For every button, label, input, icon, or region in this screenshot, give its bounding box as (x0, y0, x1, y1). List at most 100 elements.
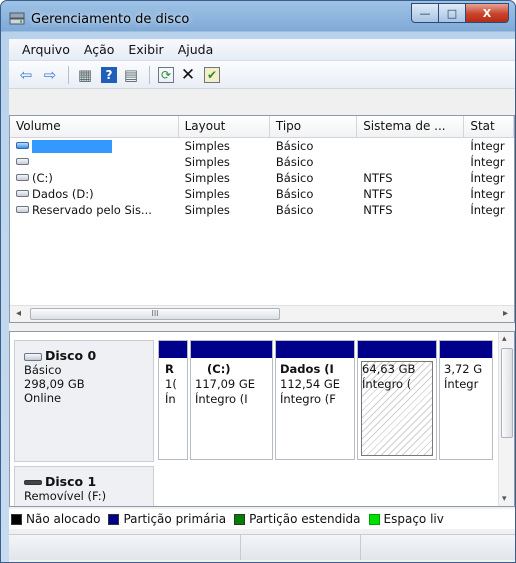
disk-1-row: Disco 1 Removível (F:) (10, 466, 498, 506)
toolbar: ⇦ ⇨ ▦ ? ▤ ⟳ ✕ ✔ (9, 61, 515, 89)
partition-type-bar (276, 341, 354, 358)
scroll-thumb[interactable] (501, 348, 513, 438)
cell-layout: Simples (184, 155, 230, 169)
legend: Não alocado Partição primária Partição e… (9, 509, 515, 529)
cell-tipo: Básico (275, 187, 314, 201)
disk-type: Básico (24, 363, 62, 377)
menu-ajuda[interactable]: Ajuda (171, 42, 221, 57)
legend-swatch (234, 513, 246, 525)
column-header-layout[interactable]: Layout (179, 116, 270, 137)
delete-icon[interactable]: ✕ (177, 64, 199, 86)
title-bar[interactable]: Gerenciamento de disco — □ X (1, 1, 515, 39)
partition-type-bar (440, 341, 492, 358)
scroll-right-icon[interactable]: ▸ (503, 308, 508, 319)
volume-icon (16, 158, 29, 165)
partition-reserved[interactable]: R 1(Ín (158, 340, 188, 460)
legend-primary: Partição primária (108, 512, 226, 526)
removable-disk-icon (24, 480, 42, 485)
table-row[interactable]: Simples Básico Íntegr (10, 138, 514, 154)
partition-small[interactable]: 3,72 G Íntegr (439, 340, 493, 460)
back-arrow-icon[interactable]: ⇦ (15, 64, 37, 86)
cell-tipo: Básico (275, 155, 314, 169)
table-row[interactable]: Simples Básico Íntegr (10, 154, 514, 170)
disk-0-label[interactable]: Disco 0 Básico 298,09 GB Online (14, 340, 154, 462)
cell-status: Íntegr (470, 171, 505, 185)
cell-layout: Simples (184, 187, 230, 201)
close-button[interactable]: X (465, 3, 509, 23)
volume-name: Dados (D:) (32, 187, 94, 201)
menu-exibir[interactable]: Exibir (121, 42, 170, 57)
vertical-scrollbar[interactable]: ▴ ▾ (498, 332, 514, 506)
forward-arrow-icon[interactable]: ⇨ (39, 64, 61, 86)
legend-free: Espaço liv (368, 512, 444, 526)
cell-status: Íntegr (470, 187, 505, 201)
volume-list-header: Volume Layout Tipo Sistema de ... Stat (10, 116, 514, 138)
status-pane (241, 535, 361, 560)
legend-label: Espaço liv (383, 512, 444, 526)
scroll-down-icon[interactable]: ▾ (502, 494, 507, 504)
legend-label: Partição estendida (249, 512, 361, 526)
disk-size: 298,09 GB (24, 377, 85, 391)
column-header-status[interactable]: Stat (464, 116, 514, 137)
volume-name: (C:) (32, 171, 53, 185)
settings-icon[interactable]: ✔ (204, 66, 220, 83)
disk-management-app-icon (9, 12, 25, 25)
volume-list[interactable]: Volume Layout Tipo Sistema de ... Stat S… (9, 115, 515, 323)
menu-arquivo[interactable]: Arquivo (15, 42, 77, 57)
disk-1-label[interactable]: Disco 1 Removível (F:) (14, 466, 154, 506)
scroll-up-icon[interactable]: ▴ (502, 334, 507, 344)
minimize-button[interactable]: — (411, 3, 439, 23)
window-controls: — □ X (411, 3, 509, 23)
column-header-sistema[interactable]: Sistema de ... (357, 116, 465, 137)
column-header-volume[interactable]: Volume (10, 116, 179, 137)
partition-name: (C:) (207, 362, 231, 376)
refresh-icon[interactable]: ⟳ (158, 66, 174, 83)
cell-layout: Simples (184, 203, 230, 217)
volume-icon (16, 174, 29, 181)
client-area: Arquivo Ação Exibir Ajuda ⇦ ⇨ ▦ ? ▤ ⟳ ✕ … (9, 39, 515, 562)
partition-size: 64,63 GB (362, 362, 416, 376)
cell-status: Íntegr (470, 155, 505, 169)
legend-extended: Partição estendida (234, 512, 361, 526)
partition-status: Íntegro (F (280, 392, 336, 406)
partition-type-bar (191, 341, 272, 358)
volume-list-icon[interactable]: ▦ (74, 64, 96, 86)
cell-fs: NTFS (363, 187, 393, 201)
partition-size: 1( (165, 377, 177, 391)
properties-icon[interactable]: ▤ (120, 64, 142, 86)
menu-bar: Arquivo Ação Exibir Ajuda (9, 39, 515, 61)
disk-name: Disco 1 (45, 474, 97, 489)
volume-name-selected (32, 140, 112, 153)
partition-size: 112,54 GE (280, 377, 341, 391)
maximize-button[interactable]: □ (438, 3, 466, 23)
partition-status: Íntegro ( (362, 377, 412, 391)
partition-name: Dados (I (280, 362, 334, 376)
volume-icon (16, 206, 29, 213)
disk-management-window: Gerenciamento de disco — □ X Arquivo Açã… (0, 0, 516, 563)
scroll-thumb[interactable]: III (30, 308, 280, 320)
legend-swatch (11, 513, 22, 525)
partition-size: 117,09 GE (195, 377, 256, 391)
horizontal-scrollbar[interactable]: ◂ III ▸ (10, 305, 514, 322)
disk-type: Removível (F:) (24, 489, 107, 503)
disk-name: Disco 0 (45, 348, 97, 363)
disk-0-row: Disco 0 Básico 298,09 GB Online R 1(Ín (C… (10, 340, 498, 462)
legend-swatch (368, 513, 380, 525)
partition-dados[interactable]: Dados (I 112,54 GE Íntegro (F (275, 340, 355, 460)
legend-label: Partição primária (123, 512, 227, 526)
partition-c[interactable]: (C:) 117,09 GE Íntegro (I (190, 340, 273, 460)
partition-type-bar (358, 341, 436, 358)
cell-fs: NTFS (363, 171, 393, 185)
help-icon[interactable]: ? (101, 66, 117, 83)
partition-selected[interactable]: 64,63 GB Íntegro ( (357, 340, 437, 460)
partition-type-bar (159, 341, 187, 358)
table-row[interactable]: Dados (D:) Simples Básico NTFS Íntegr (10, 186, 514, 202)
table-row[interactable]: Reservado pelo Sis... Simples Básico NTF… (10, 202, 514, 218)
cell-status: Íntegr (470, 139, 505, 153)
menu-acao[interactable]: Ação (77, 42, 122, 57)
legend-label: Não alocado (26, 512, 101, 526)
scroll-left-icon[interactable]: ◂ (16, 308, 21, 319)
column-header-tipo[interactable]: Tipo (270, 116, 358, 137)
table-row[interactable]: (C:) Simples Básico NTFS Íntegr (10, 170, 514, 186)
volume-icon (16, 142, 29, 149)
